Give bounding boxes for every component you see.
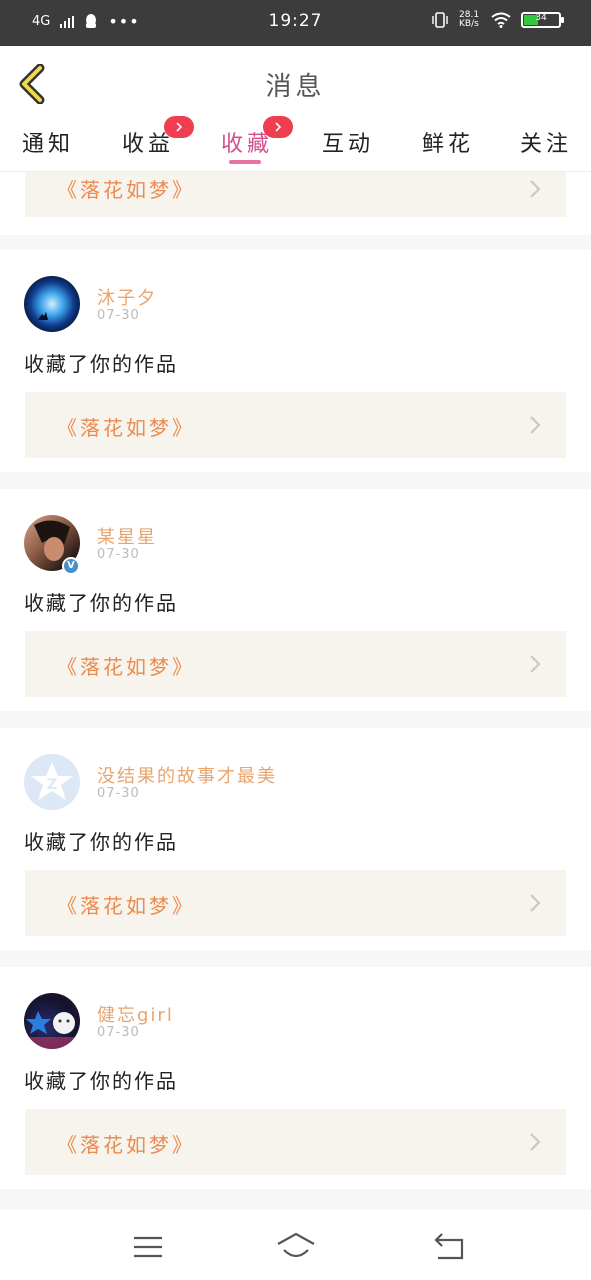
cartoon-avatar[interactable] bbox=[24, 993, 80, 1049]
active-tab-indicator bbox=[229, 160, 261, 164]
back-nav-icon[interactable] bbox=[430, 1230, 470, 1264]
chevron-right-icon bbox=[530, 180, 541, 198]
tab-earnings[interactable]: 收益 bbox=[122, 116, 194, 158]
tab-flowers[interactable]: 鲜花 bbox=[422, 126, 474, 158]
work-link[interactable]: 《落花如梦》 bbox=[25, 870, 566, 936]
default-avatar[interactable]: Z bbox=[24, 754, 80, 810]
message-list[interactable]: 《落花如梦》 沐子夕 07-30 收藏了你的作品 《落花如梦》 V 某星星 07… bbox=[0, 172, 591, 1210]
list-item: V 某星星 07-30 收藏了你的作品 《落花如梦》 bbox=[0, 489, 591, 711]
work-title: 《落花如梦》 bbox=[57, 894, 195, 918]
tab-favorites-label: 收藏 bbox=[221, 132, 274, 157]
menu-icon[interactable] bbox=[128, 1230, 168, 1264]
work-title: 《落花如梦》 bbox=[57, 655, 195, 679]
battery-icon: 34 bbox=[521, 12, 564, 28]
vibrate-icon bbox=[432, 12, 448, 28]
wifi-icon bbox=[491, 12, 511, 28]
svg-text:Z: Z bbox=[47, 777, 57, 793]
work-title: 《落花如梦》 bbox=[57, 1133, 195, 1157]
tab-favorites[interactable]: 收藏 bbox=[221, 116, 293, 158]
tab-follow[interactable]: 关注 bbox=[520, 126, 572, 158]
network-speed: 28.1 KB/s bbox=[459, 10, 480, 29]
status-bar: 4G ••• 19:27 28.1 KB/s 34 bbox=[0, 0, 591, 46]
work-link[interactable]: 《落花如梦》 bbox=[25, 392, 566, 458]
message-date: 07-30 bbox=[97, 308, 140, 323]
system-nav-bar bbox=[0, 1210, 591, 1280]
user-name[interactable]: 健忘girl bbox=[97, 1001, 174, 1027]
user-name[interactable]: 沐子夕 bbox=[97, 284, 157, 310]
work-link[interactable]: 《落花如梦》 bbox=[25, 1109, 566, 1175]
list-item: 《落花如梦》 bbox=[0, 172, 591, 235]
status-right: 28.1 KB/s 34 bbox=[431, 10, 564, 29]
message-date: 07-30 bbox=[97, 547, 140, 562]
tab-earnings-label: 收益 bbox=[122, 132, 175, 157]
message-date: 07-30 bbox=[97, 786, 140, 801]
tab-bar: 通知 收益 收藏 互动 鲜花 关注 bbox=[0, 116, 591, 172]
work-title: 《落花如梦》 bbox=[57, 416, 195, 440]
message-text: 收藏了你的作品 bbox=[24, 352, 178, 376]
tab-notice[interactable]: 通知 bbox=[22, 126, 74, 158]
chevron-right-icon bbox=[530, 416, 541, 434]
header: 消息 bbox=[0, 46, 591, 118]
battery-level: 34 bbox=[535, 13, 547, 23]
tab-favorites-badge-icon bbox=[263, 116, 293, 138]
chevron-right-icon bbox=[530, 655, 541, 673]
chevron-right-icon bbox=[530, 1133, 541, 1151]
work-title: 《落花如梦》 bbox=[57, 178, 195, 202]
moon-avatar[interactable] bbox=[24, 276, 80, 332]
home-icon[interactable] bbox=[276, 1230, 316, 1264]
message-text: 收藏了你的作品 bbox=[24, 830, 178, 854]
verified-badge: V bbox=[62, 557, 80, 575]
chevron-right-icon bbox=[530, 894, 541, 912]
message-text: 收藏了你的作品 bbox=[24, 1069, 178, 1093]
user-name[interactable]: 某星星 bbox=[97, 523, 157, 549]
user-name[interactable]: 没结果的故事才最美 bbox=[97, 762, 277, 788]
tab-earnings-badge-icon bbox=[164, 116, 194, 138]
list-item: 沐子夕 07-30 收藏了你的作品 《落花如梦》 bbox=[0, 250, 591, 472]
work-link[interactable]: 《落花如梦》 bbox=[25, 172, 566, 217]
list-item: 健忘girl 07-30 收藏了你的作品 《落花如梦》 bbox=[0, 967, 591, 1189]
work-link[interactable]: 《落花如梦》 bbox=[25, 631, 566, 697]
list-item: Z 没结果的故事才最美 07-30 收藏了你的作品 《落花如梦》 bbox=[0, 728, 591, 950]
tab-interaction[interactable]: 互动 bbox=[322, 126, 374, 158]
message-date: 07-30 bbox=[97, 1025, 140, 1040]
message-text: 收藏了你的作品 bbox=[24, 591, 178, 615]
page-title: 消息 bbox=[265, 72, 326, 102]
